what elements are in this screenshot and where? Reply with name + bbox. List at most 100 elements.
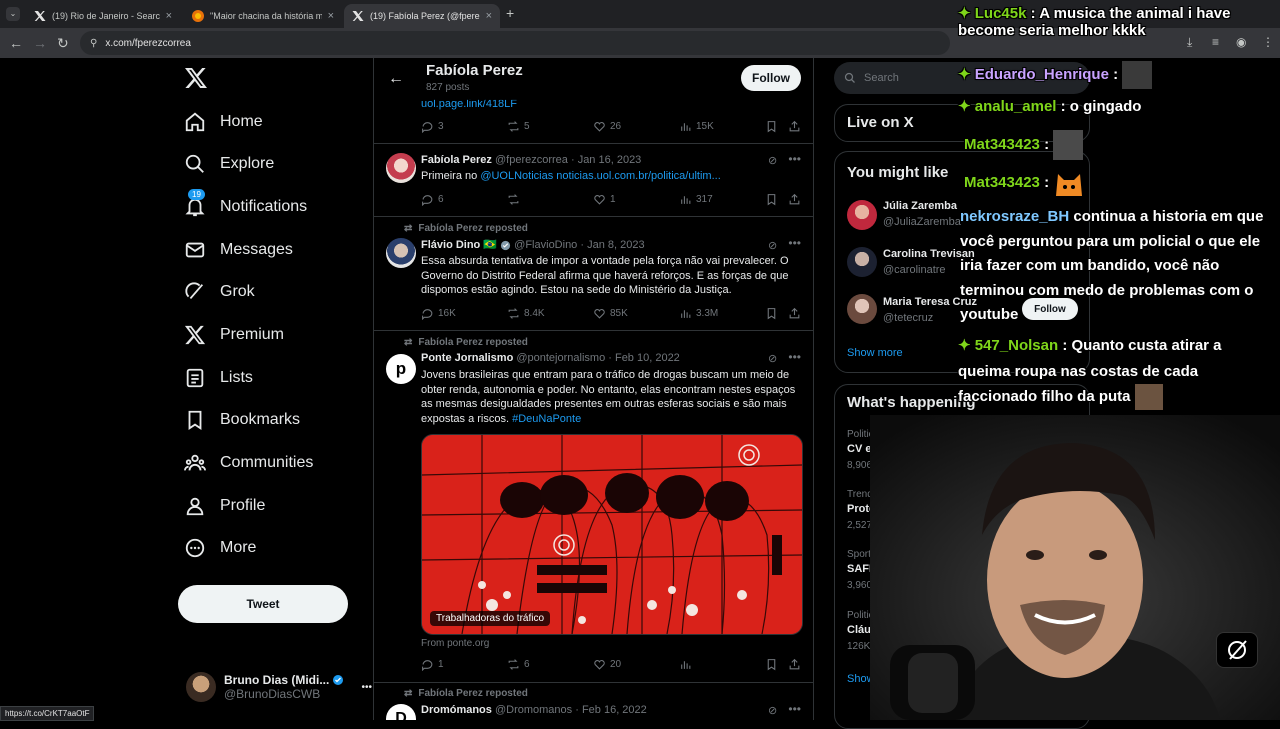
author-name[interactable]: Dromómanos [421, 704, 492, 716]
nav-bookmarks[interactable]: Bookmarks [184, 400, 300, 440]
share-icon[interactable] [788, 658, 805, 671]
more-icon[interactable]: ••• [788, 702, 801, 716]
nav-label: Communities [220, 454, 314, 471]
back-arrow-icon[interactable]: ← [9, 35, 23, 51]
bookmark-icon[interactable] [765, 307, 782, 320]
tab-search-button[interactable]: ⌄ [6, 7, 20, 21]
tab-close-icon[interactable]: × [328, 10, 334, 22]
views-action[interactable]: 3.3M [679, 307, 718, 320]
like-action[interactable]: 20 [593, 658, 621, 671]
hashtag-link[interactable]: #DeuNaPonte [512, 413, 581, 425]
tweet-date[interactable]: · Feb 10, 2022 [608, 352, 680, 364]
mention-link[interactable]: @UOLNoticias [480, 170, 553, 182]
nav-messages[interactable]: Messages [184, 230, 293, 270]
more-icon[interactable]: ••• [788, 236, 801, 250]
x-favicon-icon [352, 10, 364, 22]
like-action[interactable]: 85K [593, 307, 628, 320]
author-name[interactable]: Fabíola Perez [421, 154, 492, 166]
tab-close-icon[interactable]: × [486, 10, 492, 22]
share-icon[interactable] [788, 193, 805, 206]
repost-action[interactable]: 8.4K [507, 307, 545, 320]
repost-action[interactable]: 6 [507, 658, 530, 671]
grok-icon[interactable]: ⊘ [768, 239, 777, 252]
browser-tab[interactable]: (19) Rio de Janeiro - Search / X × [26, 4, 180, 28]
grok-icon[interactable] [1216, 632, 1258, 668]
x-logo-icon[interactable] [184, 66, 208, 90]
repost-action[interactable]: 5 [507, 120, 530, 133]
nav-communities[interactable]: Communities [184, 443, 313, 483]
follow-button[interactable]: Follow [741, 65, 801, 91]
account-switcher[interactable]: Bruno Dias (Midi... @BrunoDiasCWB ••• [186, 670, 372, 704]
author-handle[interactable]: @FlavioDino [514, 239, 577, 251]
nav-grok[interactable]: Grok [184, 272, 255, 312]
views-action[interactable]: 317 [679, 193, 713, 206]
more-icon[interactable]: ••• [788, 152, 801, 166]
more-icon[interactable]: ••• [788, 350, 801, 364]
nav-more[interactable]: More [184, 528, 256, 568]
streamer-photo [870, 415, 1280, 720]
grok-icon[interactable]: ⊘ [768, 352, 777, 365]
repost-text: Fabíola Perez reposted [418, 223, 528, 234]
reply-action[interactable]: 3 [421, 120, 444, 133]
reply-action[interactable]: 1 [421, 658, 444, 671]
reload-icon[interactable]: ↻ [57, 35, 69, 52]
media-caption: Trabalhadoras do tráfico [430, 611, 551, 626]
author-handle[interactable]: @fperezcorrea [495, 154, 568, 166]
nav-premium[interactable]: Premium [184, 315, 284, 355]
profile-timeline: ← Fabíola Perez 827 posts Follow uol.pag… [373, 58, 814, 720]
browser-tab-active[interactable]: (19) Fabíola Perez (@fperezcorrea × [344, 4, 500, 28]
like-action[interactable]: 1 [593, 193, 616, 206]
share-icon[interactable] [788, 307, 805, 320]
flag-emoji: 🇧🇷 [483, 239, 498, 251]
bookmark-icon[interactable] [765, 193, 782, 206]
show-more-link[interactable]: Show more [847, 347, 903, 359]
views-action[interactable] [679, 658, 696, 671]
nav-home[interactable]: Home [184, 102, 263, 142]
tweet-date[interactable]: · Jan 16, 2023 [571, 154, 641, 166]
grok-icon[interactable]: ⊘ [768, 154, 777, 167]
site-info-icon[interactable]: ⚲ [90, 38, 97, 49]
like-action[interactable]: 26 [593, 120, 621, 133]
author-handle[interactable]: @pontejornalismo [516, 352, 605, 364]
tweet-text: Primeira no [421, 170, 478, 182]
star-badge-icon: ✦ [958, 98, 971, 115]
tab-close-icon[interactable]: × [166, 10, 172, 22]
address-bar[interactable]: ⚲ x.com/fperezcorrea [80, 31, 950, 55]
reply-action[interactable]: 16K [421, 307, 456, 320]
tweet-link[interactable]: noticias.uol.com.br/politica/ultim... [556, 170, 720, 182]
new-tab-icon[interactable]: + [506, 5, 514, 21]
account-more-icon[interactable]: ••• [361, 682, 372, 693]
grok-icon[interactable]: ⊘ [768, 704, 777, 717]
author-handle[interactable]: @Dromomanos [495, 704, 572, 716]
nav-notifications[interactable]: 19 Notifications [184, 187, 307, 227]
author-name[interactable]: Ponte Jornalismo [421, 352, 513, 364]
link-card-image[interactable]: Trabalhadoras do tráfico [421, 434, 803, 635]
avatar [847, 247, 877, 277]
share-icon[interactable] [788, 120, 805, 133]
repost-action[interactable] [507, 193, 524, 206]
tweet-button[interactable]: Tweet [178, 585, 348, 623]
repost-count: 8.4K [524, 308, 545, 319]
views-action[interactable]: 15K [679, 120, 714, 133]
link-source[interactable]: From ponte.org [421, 638, 489, 649]
heart-icon [594, 660, 605, 670]
nav-profile[interactable]: Profile [184, 486, 265, 526]
url-text: x.com/fperezcorrea [105, 37, 191, 49]
left-navigation: Home Explore 19 Notifications Messages G… [176, 58, 372, 720]
nav-label: Lists [220, 369, 253, 386]
nav-lists[interactable]: Lists [184, 358, 253, 398]
panel-title: What's happening [847, 394, 976, 411]
browser-tab[interactable]: "Maior chacina da história mod × [184, 4, 342, 28]
bookmark-icon[interactable] [765, 120, 782, 133]
reply-action[interactable]: 6 [421, 193, 444, 206]
author-name[interactable]: Flávio Dino [421, 239, 480, 251]
forward-arrow-icon[interactable]: → [33, 35, 47, 51]
tweet-text: Essa absurda tentativa de impor a vontad… [421, 255, 789, 296]
nav-explore[interactable]: Explore [184, 144, 274, 184]
bookmark-icon[interactable] [765, 658, 782, 671]
tweet-date[interactable]: · Feb 16, 2022 [575, 704, 647, 716]
tweet-date[interactable]: · Jan 8, 2023 [580, 239, 644, 251]
chat-message: ✦ Luc45k : A musica the animal i have be… [958, 4, 1280, 39]
back-arrow-icon[interactable]: ← [388, 70, 404, 88]
emote-image [1122, 61, 1153, 89]
